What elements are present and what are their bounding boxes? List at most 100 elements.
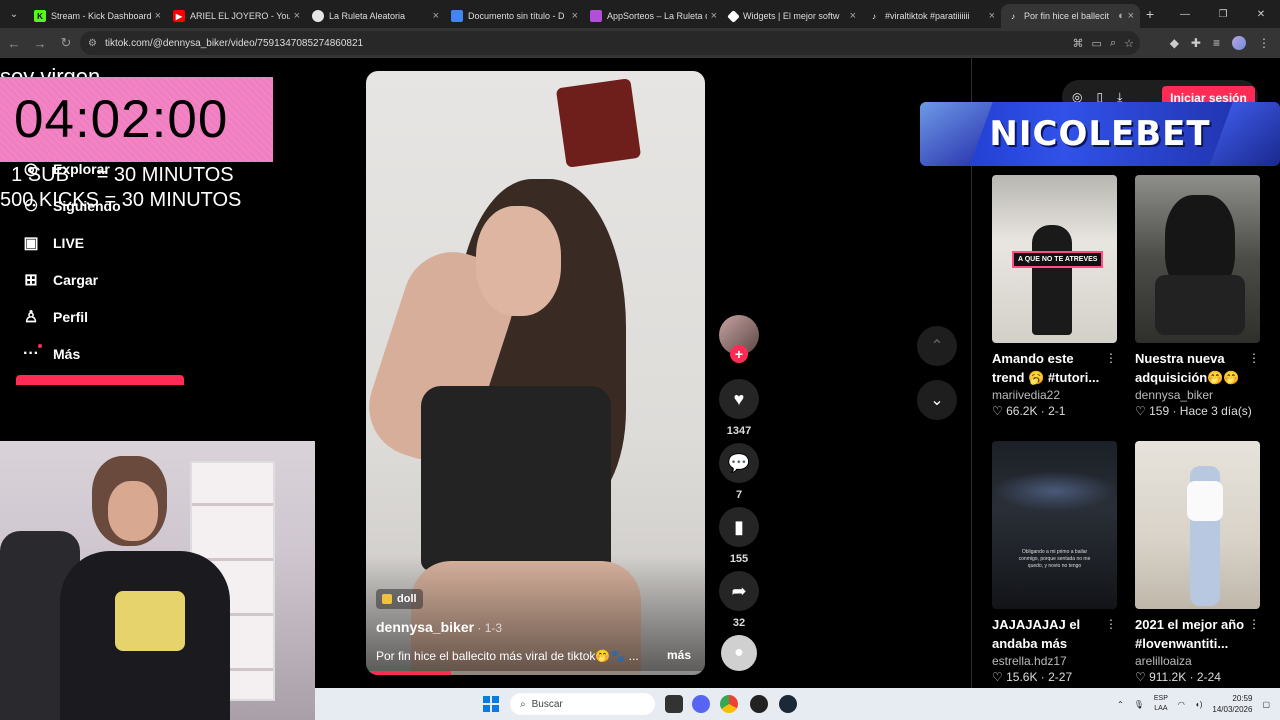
video-player[interactable]: doll dennysa_biker · 1-3 Por fin hice el… bbox=[366, 71, 705, 675]
maximize-icon[interactable]: ❐ bbox=[1204, 0, 1242, 28]
puzzle-icon[interactable]: ✚ bbox=[1191, 36, 1201, 50]
windows-start-icon[interactable] bbox=[483, 696, 499, 712]
reload-icon[interactable]: ↻ bbox=[54, 31, 78, 55]
back-icon[interactable]: ← bbox=[2, 31, 26, 55]
microphone-icon[interactable]: 🎙 bbox=[1134, 700, 1144, 709]
site-info-icon[interactable]: ⚙ bbox=[88, 38, 97, 49]
taskbar-search[interactable]: ⌕ Buscar bbox=[510, 693, 655, 715]
tab-4[interactable]: AppSorteos – La Ruleta d × bbox=[584, 4, 723, 28]
profile-avatar[interactable] bbox=[1232, 36, 1246, 50]
live-icon: ▣ bbox=[23, 234, 39, 252]
banner-text: NICOLEBET bbox=[989, 114, 1211, 154]
tab-5[interactable]: Widgets | El mejor softw × bbox=[723, 4, 862, 28]
reading-list-icon[interactable]: ≡ bbox=[1213, 36, 1220, 50]
video-subject-top bbox=[421, 386, 611, 571]
previous-video-button[interactable]: ⌃ bbox=[917, 326, 957, 366]
volume-icon[interactable]: ◖) bbox=[1195, 700, 1203, 709]
clock[interactable]: 20:59 14/03/2026 bbox=[1212, 693, 1252, 715]
recommended-card[interactable]: A QUE NO TE ATREVES Amando este trend 🥱 … bbox=[992, 175, 1117, 418]
new-tab-button[interactable]: + bbox=[1140, 6, 1160, 22]
card-menu-icon[interactable]: ⋮ bbox=[1105, 617, 1117, 631]
card-username[interactable]: mariivedia22 bbox=[992, 388, 1117, 402]
menu-dots-icon[interactable]: ⋮ bbox=[1258, 36, 1270, 50]
card-menu-icon[interactable]: ⋮ bbox=[1248, 351, 1260, 365]
tab-search-icon[interactable]: ⌄ bbox=[0, 0, 28, 28]
card-menu-icon[interactable]: ⋮ bbox=[1105, 351, 1117, 365]
obs-icon[interactable] bbox=[750, 695, 768, 713]
cast-icon[interactable]: ▭ bbox=[1092, 37, 1102, 50]
chrome-icon[interactable] bbox=[720, 695, 738, 713]
sidebar-item-mas[interactable]: ··· Más bbox=[20, 335, 220, 372]
comment-button[interactable]: 💬 bbox=[719, 443, 759, 483]
save-button[interactable]: ▮ bbox=[719, 507, 759, 547]
close-icon[interactable]: × bbox=[572, 10, 578, 22]
discord-icon[interactable] bbox=[692, 695, 710, 713]
notifications-icon[interactable]: ▢ bbox=[1262, 700, 1270, 709]
wifi-icon[interactable]: ◠ bbox=[1178, 700, 1185, 709]
card-thumbnail[interactable]: A QUE NO TE ATREVES bbox=[992, 175, 1117, 343]
share-button[interactable]: ➦ bbox=[719, 571, 759, 611]
browser-tabbar: ⌄ K Stream - Kick Dashboard × ▶ ARIEL EL… bbox=[0, 0, 1280, 28]
sidebar-item-perfil[interactable]: ♙ Perfil bbox=[20, 298, 220, 335]
url-field[interactable]: ⚙ tiktok.com/@dennysa_biker/video/759134… bbox=[80, 31, 1140, 55]
forward-icon[interactable]: → bbox=[28, 31, 52, 55]
windows-taskbar: ⌕ Buscar ⌃ 🎙 ESP LAA ◠ ◖) 20:59 14/03/20… bbox=[315, 688, 1280, 720]
close-icon[interactable]: × bbox=[294, 10, 300, 22]
tab-3[interactable]: Documento sin título - D × bbox=[445, 4, 584, 28]
card-thumbnail[interactable]: Obligando a mi primo a bailar conmigo, p… bbox=[992, 441, 1117, 609]
close-icon[interactable]: × bbox=[711, 10, 717, 22]
zoom-icon[interactable]: ⌕ bbox=[1110, 37, 1116, 50]
close-icon[interactable]: × bbox=[433, 10, 439, 22]
next-video-button[interactable]: ⌄ bbox=[917, 380, 957, 420]
sound-disc[interactable]: ● bbox=[721, 635, 757, 671]
video-subject-face bbox=[476, 206, 561, 316]
sidebar-item-live[interactable]: ▣ LIVE bbox=[20, 224, 220, 261]
close-icon[interactable]: × bbox=[155, 10, 161, 22]
caption-more-link[interactable]: más bbox=[667, 648, 691, 662]
sidebar-login-button[interactable] bbox=[16, 375, 184, 385]
close-window-icon[interactable]: ✕ bbox=[1242, 0, 1280, 28]
card-username[interactable]: estrella.hdz17 bbox=[992, 654, 1117, 668]
tab-2[interactable]: La Ruleta Aleatoria × bbox=[306, 4, 445, 28]
tab-6[interactable]: ♪ #viraltiktok #paratiiiiiii × bbox=[862, 4, 1001, 28]
extension-icon[interactable]: ◆ bbox=[1170, 36, 1179, 50]
recommended-card[interactable]: 2021 el mejor año #lovenwantiti... ⋮ are… bbox=[1135, 441, 1260, 684]
steam-icon[interactable] bbox=[779, 695, 797, 713]
video-progress-bar[interactable] bbox=[366, 671, 705, 675]
tab-1[interactable]: ▶ ARIEL EL JOYERO - YouTube × bbox=[167, 4, 306, 28]
overlay-rule-kicks: 500 KICKS = 30 MINUTOS bbox=[0, 189, 242, 211]
profile-icon: ♙ bbox=[23, 308, 39, 326]
follow-plus-icon[interactable]: + bbox=[730, 345, 748, 363]
close-icon[interactable]: × bbox=[850, 10, 856, 22]
recommended-card[interactable]: Nuestra nueva adquisición🤭🤭 ... ⋮ dennys… bbox=[1135, 175, 1260, 418]
more-icon: ··· bbox=[20, 343, 42, 365]
card-username[interactable]: arelilloaiza bbox=[1135, 654, 1260, 668]
card-thumbnail[interactable] bbox=[1135, 441, 1260, 609]
card-thumbnail[interactable] bbox=[1135, 175, 1260, 343]
language-indicator[interactable]: ESP LAA bbox=[1154, 694, 1168, 714]
like-count: 1347 bbox=[726, 425, 752, 437]
effect-tag[interactable]: doll bbox=[376, 589, 423, 609]
task-view-icon[interactable] bbox=[665, 695, 683, 713]
system-tray: ⌃ 🎙 ESP LAA ◠ ◖) 20:59 14/03/2026 ▢ bbox=[1117, 688, 1270, 720]
youtube-icon: ▶ bbox=[173, 10, 185, 22]
recommended-card[interactable]: Obligando a mi primo a bailar conmigo, p… bbox=[992, 441, 1117, 684]
tab-7-active[interactable]: ♪ Por fin hice el ballecit ◖ × bbox=[1001, 4, 1140, 28]
card-menu-icon[interactable]: ⋮ bbox=[1248, 617, 1260, 631]
like-button[interactable]: ♥ bbox=[719, 379, 759, 419]
sidebar-item-cargar[interactable]: ⊞ Cargar bbox=[20, 261, 220, 298]
omnibox-actions: ⌘ ▭ ⌕ ☆ bbox=[1073, 31, 1134, 55]
bookmark-star-icon[interactable]: ☆ bbox=[1124, 37, 1134, 50]
creator-avatar[interactable]: + bbox=[719, 315, 759, 363]
minimize-icon[interactable]: — bbox=[1166, 0, 1204, 28]
tab-0[interactable]: K Stream - Kick Dashboard × bbox=[28, 4, 167, 28]
close-icon[interactable]: × bbox=[989, 10, 995, 22]
card-title: Nuestra nueva adquisición🤭🤭 ... bbox=[1135, 351, 1240, 385]
translate-icon[interactable]: ⌘ bbox=[1073, 37, 1084, 50]
thumb-lights bbox=[992, 471, 1117, 511]
chevron-up-icon[interactable]: ⌃ bbox=[1117, 700, 1124, 709]
close-icon[interactable]: × bbox=[1128, 10, 1134, 22]
video-author[interactable]: dennysa_biker · 1-3 bbox=[376, 619, 502, 635]
speaker-icon[interactable]: ◖ bbox=[1117, 10, 1124, 22]
card-username[interactable]: dennysa_biker bbox=[1135, 388, 1260, 402]
